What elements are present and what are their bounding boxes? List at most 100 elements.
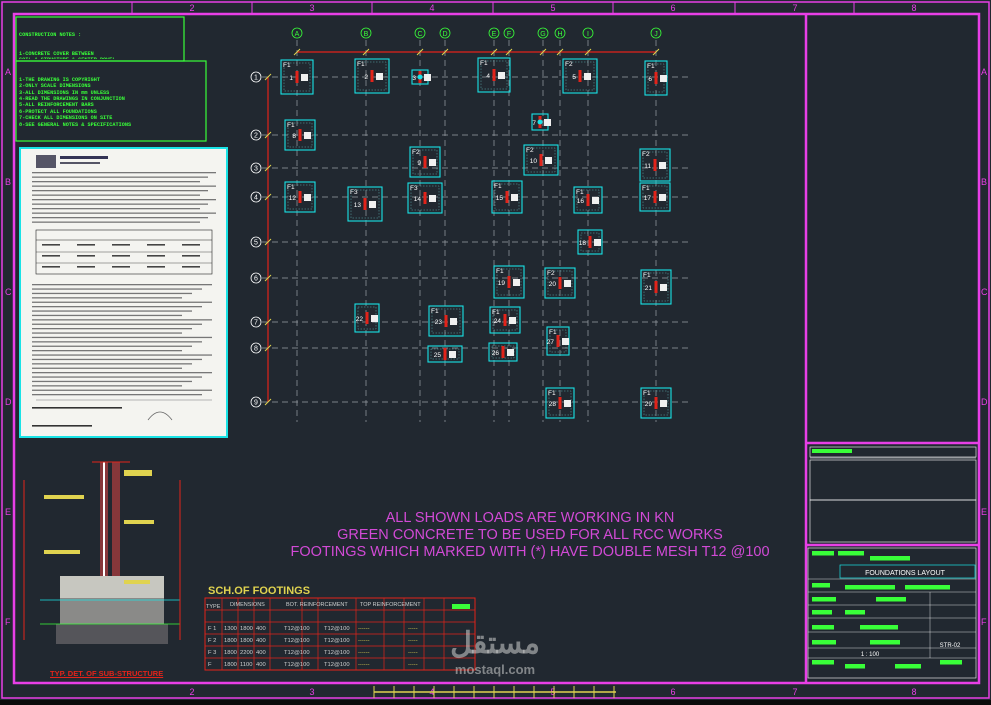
footing-number: 8 <box>292 133 296 140</box>
footing-number: 1 <box>289 75 293 82</box>
footing-number: 15 <box>496 195 504 202</box>
border-tick-label: D <box>981 397 988 407</box>
footing-type-label: F1 <box>647 63 655 70</box>
footing-type-label: F1 <box>287 184 295 191</box>
schedule-cell: T12@100 <box>284 626 310 632</box>
schedule-cell: 2200 <box>240 650 253 656</box>
footing-number: 5 <box>572 74 576 81</box>
drawing-scale: 1 : 100 <box>861 652 880 658</box>
load-note-2: GREEN CONCRETE TO BE USED FOR ALL RCC WO… <box>337 527 723 543</box>
grid-column-label: E <box>492 31 497 38</box>
footing: F2 10 <box>523 144 559 176</box>
grid-column-label: J <box>654 31 658 38</box>
border-tick-label: 8 <box>911 3 916 13</box>
schedule-cell: T12@100 <box>284 662 310 668</box>
grid-column-label: B <box>364 31 369 38</box>
schedule-dash: ----- <box>408 650 418 656</box>
note-line: SOIL & STRUCTURE & CENTER DOWEL <box>19 57 181 59</box>
footing-type-label: F2 <box>547 270 555 277</box>
footing: 25 <box>427 345 463 363</box>
schedule-dash: ------ <box>358 662 370 668</box>
footing-type-label: F2 <box>642 151 650 158</box>
construction-notes-b: 1-THE DRAWING IS COPYRIGHT 2-ONLY SCALE D… <box>19 64 203 138</box>
footing: 22 <box>354 303 380 333</box>
border-tick-label: C <box>981 287 988 297</box>
border-tick-label: A <box>5 67 11 77</box>
grid-row-label: 3 <box>254 166 258 173</box>
grid-column-label: F <box>507 31 511 38</box>
border-tick-label: 8 <box>911 687 916 697</box>
footing-number: 6 <box>648 76 652 83</box>
substructure-section-detail <box>23 461 181 644</box>
grid-row-label: 4 <box>254 195 258 202</box>
border-tick-label: 2 <box>189 3 194 13</box>
schedule-cell: 1800 <box>240 626 253 632</box>
footing: 26 <box>488 342 518 362</box>
grid-row-label: 5 <box>254 240 258 247</box>
footing-number: 21 <box>645 285 653 292</box>
footing-number: 3 <box>412 75 416 82</box>
footing: F1 2 <box>354 58 390 94</box>
footing: F124 <box>489 306 521 334</box>
footing-type-label: F3 <box>350 189 358 196</box>
border-tick-label: B <box>981 177 987 187</box>
footing-type-label: F1 <box>431 308 439 315</box>
grid-column-label: G <box>540 31 545 38</box>
schedule-cell: F 1 <box>208 626 216 632</box>
load-note-1: ALL SHOWN LOADS ARE WORKING IN KN <box>385 510 675 526</box>
footing: 18 <box>577 229 603 255</box>
grid-column-label: H <box>557 31 562 38</box>
footing-type-label: F1 <box>643 272 651 279</box>
footing-type-label: F1 <box>496 268 504 275</box>
footing: F2 11 <box>639 148 671 182</box>
footing-number: 16 <box>577 198 585 205</box>
scale-bar <box>373 686 616 698</box>
schedule-dash: ----- <box>408 662 418 668</box>
border-tick-label: D <box>5 397 12 407</box>
footing: F1 15 <box>491 180 523 214</box>
footing-type-label: F1 <box>549 329 557 336</box>
footing-number: 10 <box>530 158 538 165</box>
footing-type-label: F1 <box>643 390 651 397</box>
schedule-dash: ------ <box>358 626 370 632</box>
footing-number: 7 <box>532 120 536 127</box>
border-tick-label: C <box>5 287 12 297</box>
grid-column-label: C <box>417 31 422 38</box>
footing-number: 22 <box>356 316 364 323</box>
schedule-cell: 1800 <box>224 662 237 668</box>
grid-row-label: 1 <box>254 75 258 82</box>
grid-row-label: 9 <box>254 400 258 407</box>
schedule-header: DIMENSIONS <box>230 602 265 608</box>
footing: F3 13 <box>347 186 383 222</box>
grid-row-label: 7 <box>254 320 258 327</box>
footing: F3 14 <box>407 182 443 214</box>
border-tick-label: 7 <box>792 3 797 13</box>
border-tick-label: 6 <box>670 687 675 697</box>
schedule-cell: F 2 <box>208 638 216 644</box>
grid-column-label: A <box>295 31 300 38</box>
border-tick-label: 6 <box>670 3 675 13</box>
schedule-cell: 400 <box>256 626 266 632</box>
footing-number: 11 <box>644 163 651 170</box>
drawing-sheet: 22334455667788AABBCCDDEEFF ABCDEFGHIJ123… <box>0 0 991 700</box>
grid-row-label: 2 <box>254 133 258 140</box>
footing-number: 25 <box>434 352 442 359</box>
footing-type-label: F1 <box>494 183 502 190</box>
footing-type-label: F1 <box>283 62 291 69</box>
footing-number: 2 <box>364 74 368 81</box>
footing-number: 23 <box>435 319 443 326</box>
schedule-cell: 1100 <box>240 662 252 668</box>
footing-type-label: F2 <box>526 147 534 154</box>
border-tick-label: 3 <box>309 3 314 13</box>
drawing-number: STR-02 <box>940 643 961 649</box>
footing: F2 5 <box>562 58 598 94</box>
footing-number: 13 <box>354 202 362 209</box>
footing: F1 12 <box>284 181 316 213</box>
grid-lines: A B C D E F G H I J123456789 <box>250 27 690 422</box>
footing-type-label: F1 <box>642 185 650 192</box>
footing-number: 19 <box>498 280 506 287</box>
schedule-cell: 1800 <box>224 638 237 644</box>
grid-row-label: 6 <box>254 276 258 283</box>
schedule-cell: T12@100 <box>324 662 350 668</box>
footing: F117 <box>639 182 671 212</box>
